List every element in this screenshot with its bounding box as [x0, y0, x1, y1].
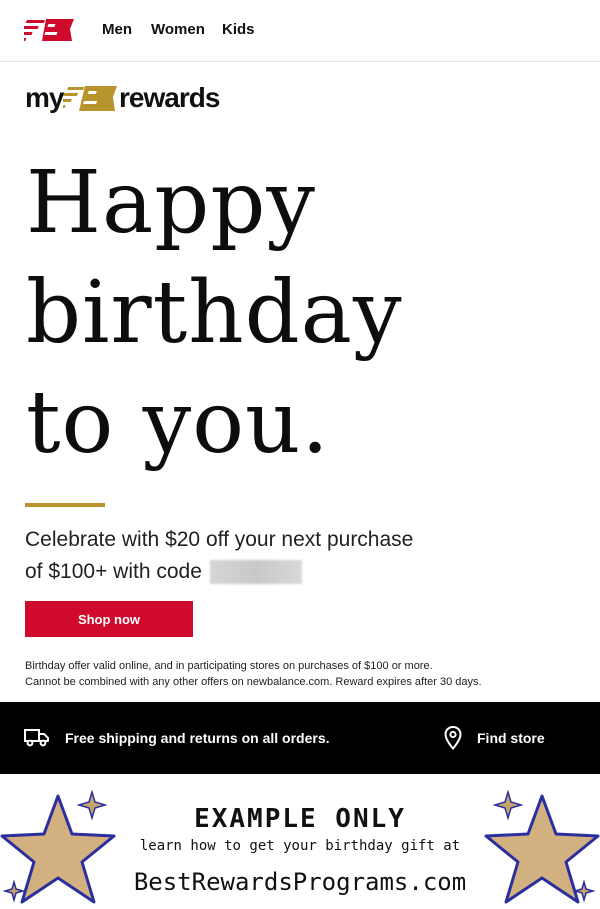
nav-men[interactable]: Men	[102, 21, 132, 38]
location-pin-icon	[444, 726, 462, 750]
birthday-headline: Happy birthday to you.	[26, 148, 546, 478]
nb-gold-logo-icon	[63, 86, 117, 111]
offer-line-2: of $100+ with code	[25, 556, 545, 588]
fineprint-line-2: Cannot be combined with any other offers…	[25, 676, 482, 688]
headline-line-3: to you.	[26, 373, 330, 473]
gold-divider	[25, 503, 105, 507]
offer-line-2-text: of $100+ with code	[25, 560, 202, 583]
top-navigation: Men Women Kids	[0, 0, 600, 62]
example-only-banner: EXAMPLE ONLY learn how to get your birth…	[0, 774, 600, 909]
rewards-logo-rewards: rewards	[119, 82, 220, 113]
offer-fineprint: Birthday offer valid online, and in part…	[25, 658, 585, 690]
rewards-logo-my: my	[25, 82, 64, 113]
find-store-link[interactable]: Find store	[477, 730, 545, 746]
headline-line-1: Happy	[26, 153, 316, 253]
offer-line-1: Celebrate with $20 off your next purchas…	[25, 528, 414, 551]
truck-icon	[24, 729, 49, 747]
new-balance-logo-icon[interactable]	[24, 17, 76, 43]
nav-women[interactable]: Women	[151, 21, 205, 38]
promo-code-redacted	[209, 560, 302, 585]
shop-now-button[interactable]: Shop now	[25, 601, 193, 637]
star-icon-right	[484, 790, 600, 904]
service-bar: Free shipping and returns on all orders.…	[0, 702, 600, 774]
my-nb-rewards-logo: my rewards	[25, 80, 285, 120]
headline-line-2: birthday	[26, 263, 403, 363]
offer-text: Celebrate with $20 off your next purchas…	[25, 524, 545, 588]
nav-kids[interactable]: Kids	[222, 21, 255, 38]
free-shipping-text: Free shipping and returns on all orders.	[65, 730, 330, 746]
fineprint-line-1: Birthday offer valid online, and in part…	[25, 660, 433, 672]
